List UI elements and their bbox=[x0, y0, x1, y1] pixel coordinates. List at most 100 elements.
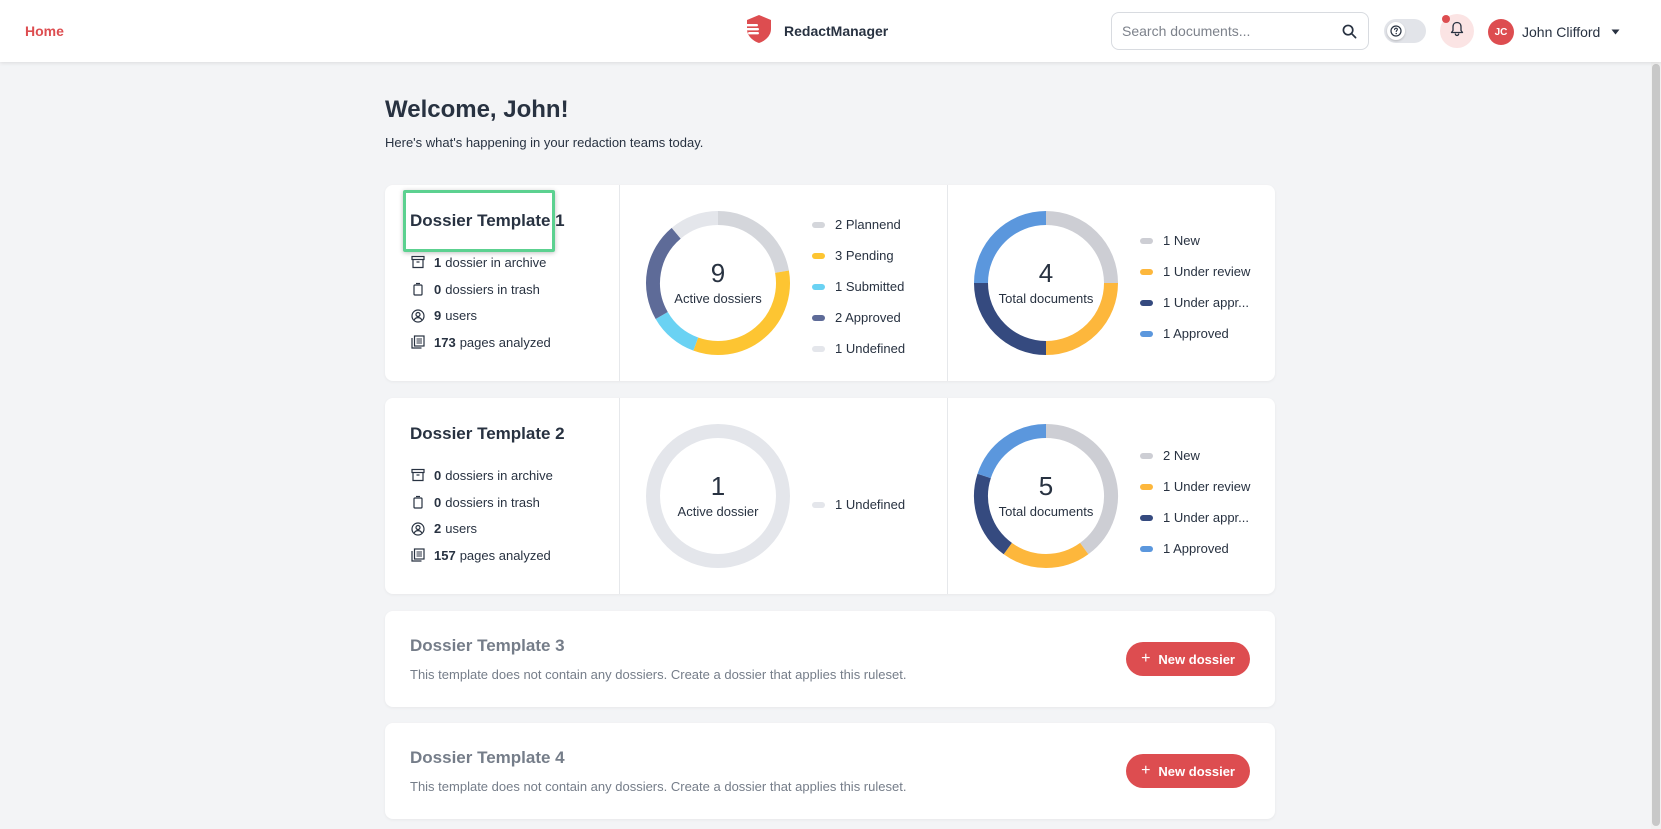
template-card-1: Dossier Template 1 1 dossier in archive 0… bbox=[385, 185, 1275, 381]
legend-label: 2 Approved bbox=[835, 310, 901, 325]
caret-down-icon bbox=[1608, 25, 1622, 39]
template-stats: 0 dossiers in archive 0 dossiers in trash … bbox=[410, 462, 553, 569]
help-mode-toggle[interactable] bbox=[1384, 19, 1426, 43]
legend-swatch bbox=[1140, 237, 1153, 244]
legend-item[interactable]: 1 Under review bbox=[1140, 471, 1250, 502]
stat-users: 2 users bbox=[410, 515, 553, 542]
template-card-3: Dossier Template 3 This template does no… bbox=[385, 611, 1275, 707]
legend-item[interactable]: 3 Pending bbox=[812, 240, 905, 271]
legend-swatch bbox=[1140, 452, 1153, 459]
dossier-donut-chart bbox=[646, 211, 790, 355]
template-info: Dossier Template 1 1 dossier in archive 0… bbox=[385, 185, 620, 381]
new-dossier-button[interactable]: + New dossier bbox=[1126, 642, 1250, 676]
legend-item[interactable]: 1 Approved bbox=[1140, 318, 1250, 349]
top-bar: Home RedactManager JC John Clifford bbox=[0, 0, 1661, 62]
legend-item[interactable]: 1 Under appr... bbox=[1140, 287, 1250, 318]
dossier-status-chart: 9 Active dossiers 2 Plannend 3 Pending 1 S… bbox=[620, 185, 948, 381]
template-empty-description: This template does not contain any dossi… bbox=[410, 779, 907, 794]
notification-badge bbox=[1442, 15, 1450, 23]
donut-segment bbox=[671, 211, 719, 239]
bell-icon bbox=[1449, 21, 1465, 42]
user-circle-icon bbox=[410, 521, 426, 537]
trash-icon bbox=[410, 281, 426, 297]
legend-swatch bbox=[1140, 299, 1153, 306]
dossier-status-chart: 1 Active dossier 1 Undefined bbox=[620, 398, 948, 594]
legend-item[interactable]: 2 Approved bbox=[812, 302, 905, 333]
legend-item[interactable]: 1 Undefined bbox=[812, 333, 905, 364]
legend-item[interactable]: 2 New bbox=[1140, 440, 1250, 471]
template-name[interactable]: Dossier Template 2 bbox=[410, 424, 565, 444]
pages-icon bbox=[410, 334, 426, 350]
legend-label: 3 Pending bbox=[835, 248, 894, 263]
plus-icon: + bbox=[1141, 762, 1151, 779]
template-name[interactable]: Dossier Template 1 bbox=[410, 211, 565, 231]
brand[interactable]: RedactManager bbox=[744, 14, 889, 49]
template-stats: 1 dossier in archive 0 dossiers in trash 9… bbox=[410, 249, 551, 356]
donut-segment bbox=[646, 227, 681, 319]
template-card-4: Dossier Template 4 This template does no… bbox=[385, 723, 1275, 819]
home-link[interactable]: Home bbox=[25, 23, 64, 39]
legend-swatch bbox=[1140, 545, 1153, 552]
donut-segment bbox=[974, 473, 1013, 555]
dossier-legend: 1 Undefined bbox=[812, 489, 905, 520]
search-input[interactable] bbox=[1122, 23, 1340, 39]
template-empty-description: This template does not contain any dossi… bbox=[410, 667, 907, 682]
document-donut-chart bbox=[974, 211, 1118, 355]
stat-trash: 0 dossiers in trash bbox=[410, 489, 553, 516]
template-info: Dossier Template 2 0 dossiers in archive … bbox=[385, 398, 620, 594]
legend-label: 2 Plannend bbox=[835, 217, 901, 232]
donut-segment bbox=[974, 211, 1047, 284]
legend-item[interactable]: 1 Approved bbox=[1140, 533, 1250, 564]
search-box[interactable] bbox=[1111, 12, 1369, 50]
template-name[interactable]: Dossier Template 3 bbox=[410, 636, 565, 656]
brand-name: RedactManager bbox=[784, 23, 889, 39]
legend-swatch bbox=[812, 345, 825, 352]
page-scrollbar[interactable] bbox=[1651, 62, 1661, 829]
help-icon bbox=[1387, 22, 1405, 40]
legend-item[interactable]: 1 Under appr... bbox=[1140, 502, 1250, 533]
legend-item[interactable]: 1 New bbox=[1140, 225, 1250, 256]
legend-label: 1 Submitted bbox=[835, 279, 905, 294]
user-menu[interactable]: JC John Clifford bbox=[1488, 19, 1622, 45]
legend-label: 2 New bbox=[1163, 448, 1200, 463]
template-card-2: Dossier Template 2 0 dossiers in archive … bbox=[385, 398, 1275, 594]
document-legend: 1 New 1 Under review 1 Under appr... 1 Appr… bbox=[1140, 225, 1250, 349]
legend-label: 1 New bbox=[1163, 233, 1200, 248]
legend-label: 1 Under appr... bbox=[1163, 295, 1249, 310]
scrollbar-thumb[interactable] bbox=[1652, 64, 1660, 826]
user-circle-icon bbox=[410, 308, 426, 324]
stat-pages: 157 pages analyzed bbox=[410, 542, 553, 569]
redactmanager-logo-icon bbox=[744, 14, 774, 49]
donut-segment bbox=[1045, 282, 1118, 355]
archive-icon bbox=[410, 467, 426, 483]
donut-segment bbox=[974, 282, 1047, 355]
legend-swatch bbox=[1140, 483, 1153, 490]
document-status-chart: 5 Total documents 2 New 1 Under review 1 U… bbox=[948, 398, 1275, 594]
new-dossier-button[interactable]: + New dossier bbox=[1126, 754, 1250, 788]
donut-segment bbox=[977, 424, 1047, 479]
donut-segment bbox=[717, 211, 789, 274]
donut-segment bbox=[655, 311, 699, 351]
legend-item[interactable]: 2 Plannend bbox=[812, 209, 905, 240]
template-name[interactable]: Dossier Template 4 bbox=[410, 748, 565, 768]
page-title: Welcome, John! bbox=[385, 96, 569, 123]
donut-segment bbox=[1045, 211, 1118, 284]
stat-users: 9 users bbox=[410, 302, 551, 329]
search-icon[interactable] bbox=[1340, 22, 1358, 40]
legend-label: 1 Undefined bbox=[835, 341, 906, 356]
legend-item[interactable]: 1 Under review bbox=[1140, 256, 1250, 287]
legend-swatch bbox=[1140, 330, 1153, 337]
legend-item[interactable]: 1 Undefined bbox=[812, 489, 905, 520]
legend-swatch bbox=[812, 283, 825, 290]
donut-segment bbox=[693, 270, 790, 355]
legend-swatch bbox=[812, 221, 825, 228]
donut-segment bbox=[1045, 424, 1118, 555]
avatar: JC bbox=[1488, 19, 1514, 45]
legend-label: 1 Under review bbox=[1163, 479, 1251, 494]
legend-item[interactable]: 1 Submitted bbox=[812, 271, 905, 302]
stat-archive: 1 dossier in archive bbox=[410, 249, 551, 276]
page-subtitle: Here's what's happening in your redactio… bbox=[385, 135, 704, 150]
legend-label: 1 Approved bbox=[1163, 541, 1229, 556]
pages-icon bbox=[410, 547, 426, 563]
legend-label: 1 Undefined bbox=[835, 497, 906, 512]
